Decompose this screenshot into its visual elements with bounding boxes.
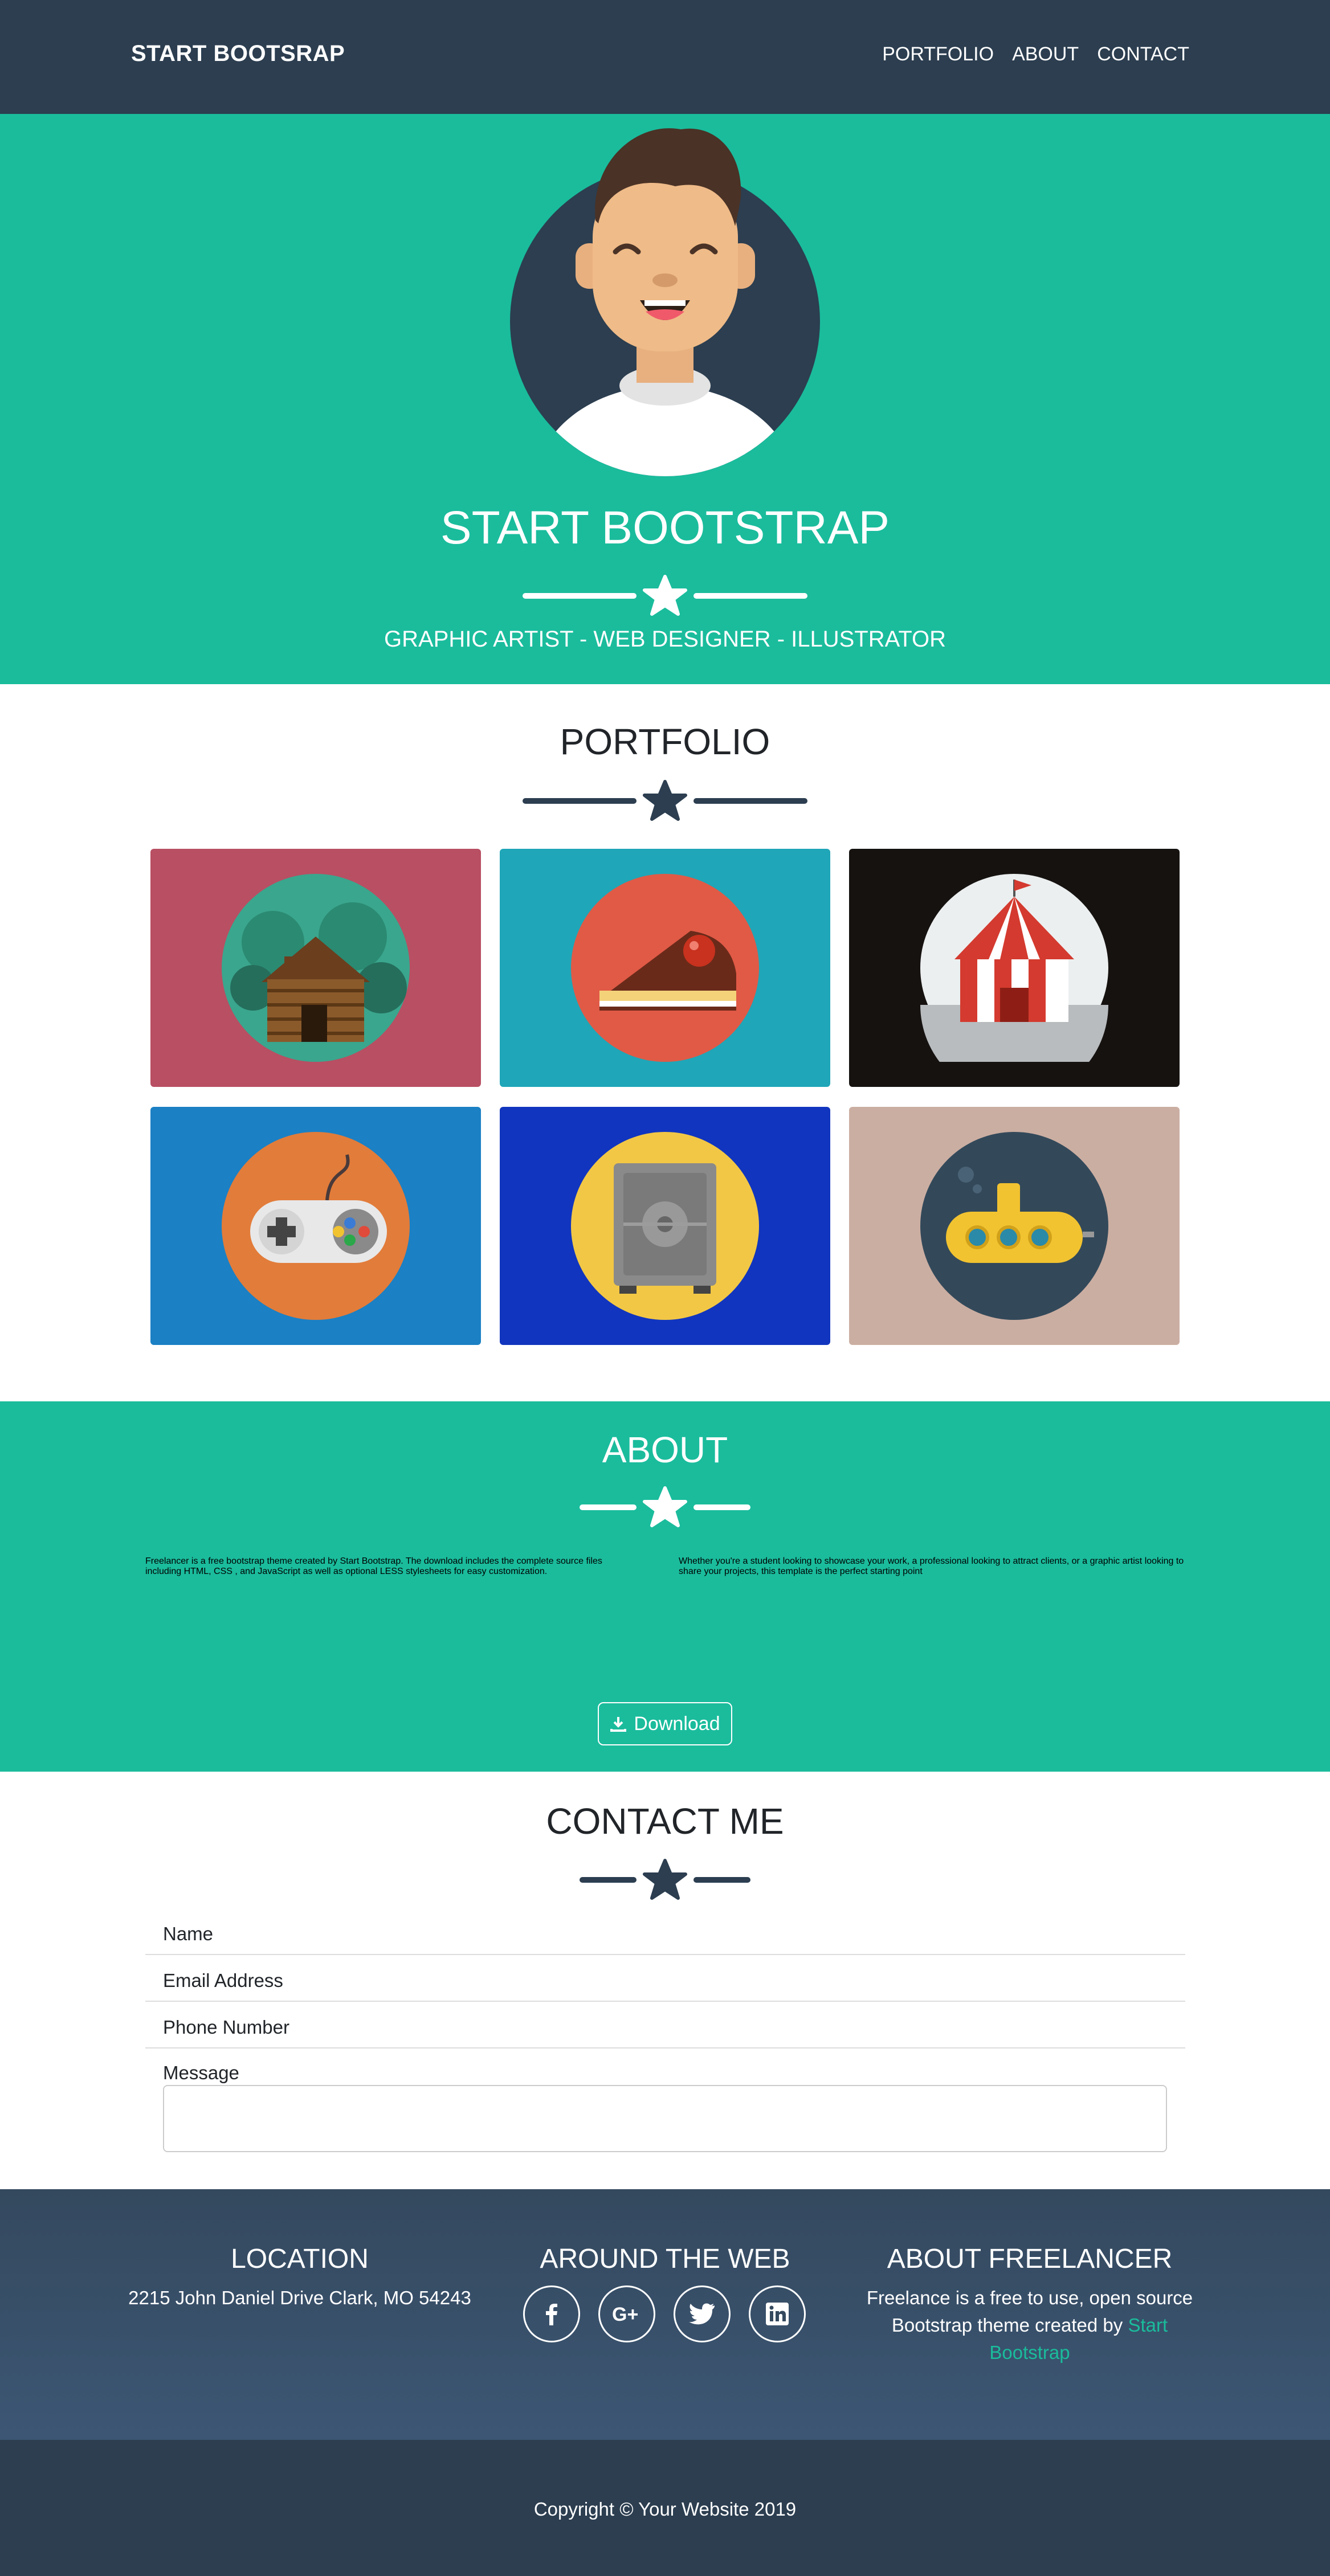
star-icon: [643, 1486, 687, 1527]
facebook-icon: [546, 2304, 557, 2325]
name-field[interactable]: Name: [145, 1908, 1185, 1955]
about-divider: [0, 1486, 1330, 1529]
game-controller-icon: [222, 1132, 410, 1320]
portfolio-item-submarine[interactable]: [849, 1107, 1180, 1345]
download-icon: [610, 1717, 627, 1732]
google-plus-link[interactable]: G+: [598, 2285, 655, 2342]
svg-text:G+: G+: [612, 2304, 638, 2325]
masthead-subtitle: GRAPHIC ARTIST - WEB DESIGNER - ILLUSTRA…: [384, 627, 946, 652]
download-button-label: Download: [634, 1712, 720, 1735]
masthead-title: START BOOTSTRAP: [440, 502, 890, 554]
nav-link-contact[interactable]: CONTACT: [1097, 43, 1189, 66]
cake-icon: [571, 874, 759, 1062]
about-text-right: Whether you're a student looking to show…: [679, 1556, 1184, 1576]
about-freelancer-text: Freelance is a free to use, open source …: [866, 2287, 1193, 2363]
linkedin-icon: [766, 2303, 789, 2325]
portfolio-item-cake[interactable]: [500, 849, 830, 1087]
contact-title: CONTACT ME: [546, 1801, 784, 1842]
portfolio-item-game[interactable]: [150, 1107, 481, 1345]
navbar: START BOOTSRAP PORTFOLIO ABOUT CONTACT: [0, 0, 1330, 114]
star-icon: [643, 575, 687, 616]
email-label: Email Address: [163, 1970, 283, 1991]
copyright-text: Copyright © Your Website 2019: [533, 2499, 797, 2520]
name-label: Name: [163, 1923, 214, 1944]
portfolio-title: PORTFOLIO: [560, 721, 770, 762]
download-button[interactable]: Download: [598, 1702, 732, 1745]
brand-link[interactable]: START BOOTSRAP: [131, 41, 345, 67]
portfolio-item-circus[interactable]: [849, 849, 1180, 1087]
portfolio-divider: [0, 779, 1330, 823]
twitter-icon: [689, 2303, 715, 2325]
message-textarea[interactable]: [163, 2085, 1167, 2152]
about-freelancer-title: ABOUT FREELANCER: [887, 2244, 1173, 2274]
circus-tent-icon: [920, 874, 1108, 1062]
location-text: 2215 John Daniel Drive Clark, MO 54243: [128, 2287, 471, 2308]
facebook-link[interactable]: [523, 2285, 580, 2342]
nav-links: PORTFOLIO ABOUT CONTACT: [882, 43, 1189, 66]
cabin-icon: [222, 874, 410, 1062]
twitter-link[interactable]: [674, 2285, 731, 2342]
nav-link-about[interactable]: ABOUT: [1012, 43, 1079, 66]
avatar-illustration: [510, 128, 820, 476]
safe-icon: [571, 1132, 759, 1320]
email-field[interactable]: Email Address: [145, 1955, 1185, 2002]
portfolio-item-safe[interactable]: [500, 1107, 830, 1345]
star-icon: [643, 780, 687, 821]
about-title: ABOUT: [602, 1429, 728, 1470]
phone-label: Phone Number: [163, 2017, 289, 2038]
message-label: Message: [163, 2062, 239, 2083]
phone-field[interactable]: Phone Number: [145, 2002, 1185, 2048]
portfolio-item-cabin[interactable]: [150, 849, 481, 1087]
social-links: G+: [523, 2285, 806, 2342]
linkedin-link[interactable]: [749, 2285, 806, 2342]
contact-divider: [0, 1858, 1330, 1902]
google-plus-icon: G+: [612, 2304, 638, 2325]
masthead-divider: [0, 574, 1330, 618]
submarine-icon: [920, 1132, 1108, 1320]
about-text-left: Freelancer is a free bootstrap theme cre…: [145, 1556, 602, 1576]
nav-link-portfolio[interactable]: PORTFOLIO: [882, 43, 994, 66]
star-icon: [643, 1859, 687, 1900]
